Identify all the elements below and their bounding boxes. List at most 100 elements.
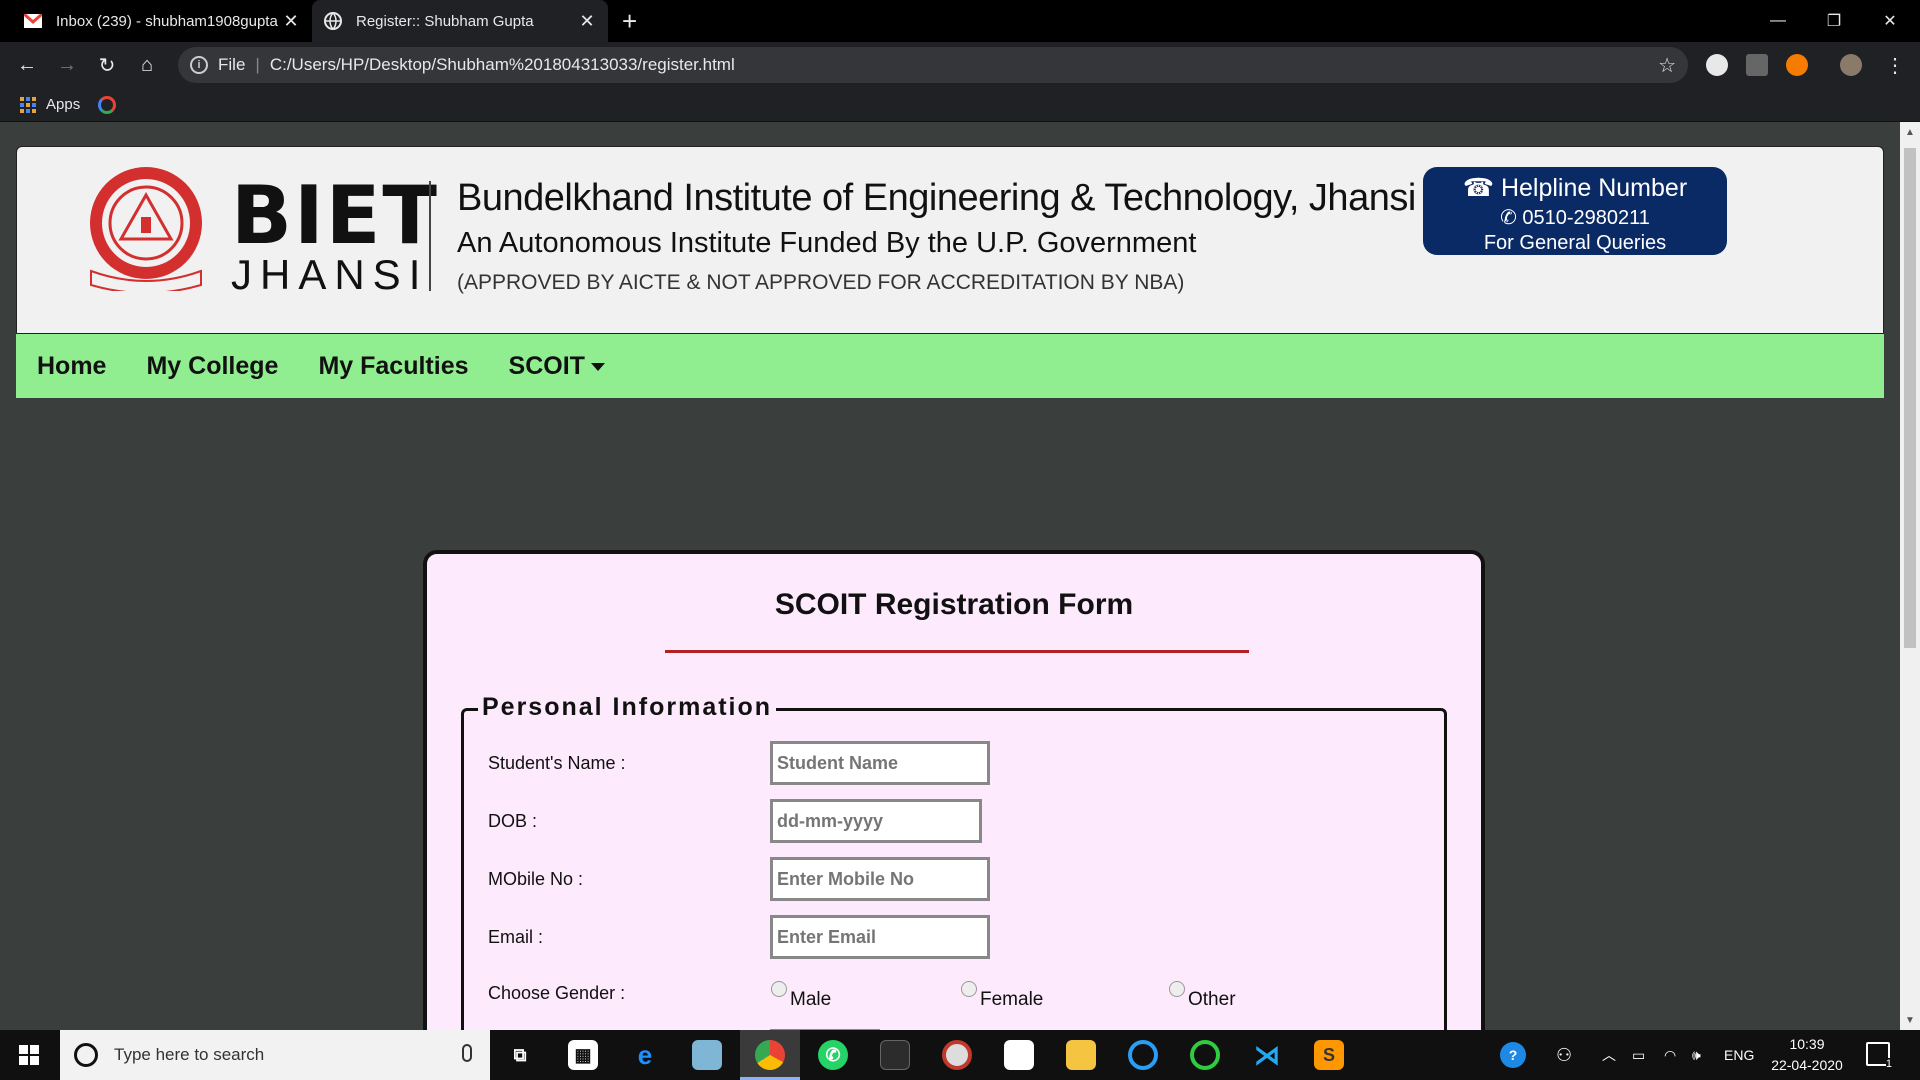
helpline-title: ☎ Helpline Number <box>1462 174 1688 202</box>
helpline-number: ✆ 0510-2980211 <box>1500 207 1650 229</box>
clock-date: 22-04-2020 <box>1771 1057 1843 1073</box>
address-divider: | <box>255 55 260 74</box>
dob-label: DOB : <box>488 811 538 831</box>
home-icon[interactable]: ⌂ <box>132 50 162 80</box>
email-input[interactable] <box>770 915 990 959</box>
scroll-thumb[interactable] <box>1904 148 1916 648</box>
address-scheme: File <box>218 55 246 74</box>
back-icon[interactable]: ← <box>12 50 42 80</box>
nav-scoit-dropdown[interactable]: SCOIT <box>509 352 605 381</box>
microphone-icon[interactable] <box>462 1044 472 1062</box>
page-scrollbar[interactable]: ▲ ▼ <box>1900 122 1920 1030</box>
refresh-app-icon[interactable] <box>1190 1040 1220 1070</box>
volume-icon[interactable]: 🕪 <box>1692 1030 1701 1080</box>
nav-scoit-label: SCOIT <box>508 351 585 380</box>
info-icon[interactable]: i <box>190 56 208 74</box>
sync-app-icon[interactable] <box>1128 1040 1158 1070</box>
email-label: Email : <box>488 927 544 947</box>
gender-female-label: Female <box>980 989 1044 1010</box>
title-divider <box>665 650 1249 653</box>
sublime-text-icon[interactable]: S <box>1314 1040 1344 1070</box>
google-icon[interactable] <box>98 95 117 114</box>
media-player-icon[interactable] <box>942 1040 972 1070</box>
extension-speed-icon[interactable] <box>1706 54 1728 76</box>
reload-icon[interactable]: ↻ <box>92 50 122 80</box>
dob-input[interactable] <box>770 799 982 843</box>
close-icon[interactable]: ✕ <box>578 11 596 32</box>
helpline-box: ☎ Helpline Number ✆ 0510-2980211 For Gen… <box>1423 167 1727 255</box>
browser-toolbar: ← → ↻ ⌂ i File | C:/Users/HP/Desktop/Shu… <box>0 42 1920 88</box>
apps-grid-icon[interactable] <box>20 96 36 113</box>
institute-subtitle: An Autonomous Institute Funded By the U.… <box>457 227 1197 259</box>
tab-label: Inbox (239) - shubham1908gupta <box>56 12 278 30</box>
mobile-input[interactable] <box>770 857 990 901</box>
form-title: SCOIT Registration Form <box>774 588 1134 621</box>
notification-count: 1 <box>1885 1058 1892 1070</box>
student-name-input[interactable] <box>770 741 990 785</box>
nav-my-faculties[interactable]: My Faculties <box>318 352 468 381</box>
restore-icon[interactable]: ❐ <box>1806 0 1862 42</box>
nav-home[interactable]: Home <box>37 352 106 381</box>
gender-other-label: Other <box>1188 989 1236 1010</box>
tray-chevron-icon[interactable]: ︿ <box>1602 1030 1616 1080</box>
people-icon[interactable]: ⚇ <box>1556 1030 1572 1080</box>
gender-female-radio[interactable] <box>961 981 977 997</box>
whatsapp-icon[interactable]: ✆ <box>818 1040 848 1070</box>
page-viewport: BIET JHANSI Bundelkhand Institute of Eng… <box>0 122 1900 1030</box>
close-window-icon[interactable]: ✕ <box>1862 0 1918 42</box>
notification-center-icon[interactable]: 1 <box>1866 1042 1892 1070</box>
menu-kebab-icon[interactable]: ⋮ <box>1880 50 1910 80</box>
windows-logo-icon <box>19 1045 39 1065</box>
apps-bookmark[interactable]: Apps <box>46 96 80 113</box>
browser-tabbar: Inbox (239) - shubham1908gupta ✕ Registe… <box>0 0 1920 42</box>
gender-other-radio[interactable] <box>1169 981 1185 997</box>
help-icon[interactable]: ? <box>1500 1030 1526 1080</box>
tab-label: Register:: Shubham Gupta <box>356 12 534 30</box>
institute-approval: (APPROVED BY AICTE & NOT APPROVED FOR AC… <box>457 271 1185 294</box>
minimize-icon[interactable]: — <box>1750 0 1806 42</box>
wifi-icon[interactable]: ◠ <box>1664 1030 1676 1080</box>
new-tab-button[interactable]: + <box>622 6 637 37</box>
logo-wordmark: BIET <box>231 169 439 262</box>
forward-icon[interactable]: → <box>52 50 82 80</box>
bookmarks-bar: Apps <box>0 88 1920 122</box>
biet-seal-logo <box>90 167 202 291</box>
name-label: Student's Name : <box>488 753 626 773</box>
language-indicator[interactable]: ENG <box>1724 1030 1754 1080</box>
calculator-icon[interactable]: ▦ <box>568 1040 598 1070</box>
notepad-icon[interactable] <box>692 1040 722 1070</box>
tab-inbox[interactable]: Inbox (239) - shubham1908gupta ✕ <box>12 0 312 42</box>
scroll-down-icon[interactable]: ▼ <box>1900 1012 1920 1030</box>
tab-register[interactable]: Register:: Shubham Gupta ✕ <box>312 0 608 42</box>
address-bar[interactable]: i File | C:/Users/HP/Desktop/Shubham%201… <box>178 47 1688 83</box>
taskbar-search[interactable]: Type here to search <box>60 1030 490 1080</box>
system-clock[interactable]: 10:39 22-04-2020 <box>1762 1034 1852 1076</box>
cortana-icon <box>74 1043 98 1067</box>
gmail-icon <box>24 12 42 30</box>
profile-avatar[interactable] <box>1840 54 1862 76</box>
nav-my-college[interactable]: My College <box>146 352 278 381</box>
gender-male-label: Male <box>790 989 832 1010</box>
edge-icon[interactable]: e <box>630 1040 660 1070</box>
gender-label: Choose Gender : <box>488 983 626 1003</box>
close-icon[interactable]: ✕ <box>282 11 300 32</box>
store-icon[interactable] <box>1004 1040 1034 1070</box>
task-view-icon[interactable]: ⧉ <box>505 1040 535 1070</box>
vscode-icon[interactable]: ⋊ <box>1252 1040 1282 1070</box>
site-header: BIET JHANSI Bundelkhand Institute of Eng… <box>16 146 1884 334</box>
extension-fire-icon[interactable] <box>1786 54 1808 76</box>
registration-form-card: SCOIT Registration Form Personal Informa… <box>423 550 1485 1030</box>
gender-male-radio[interactable] <box>771 981 787 997</box>
caret-down-icon <box>590 362 605 371</box>
app-dark-icon[interactable] <box>880 1040 910 1070</box>
bookmark-star-icon[interactable]: ☆ <box>1658 53 1676 78</box>
address-url: C:/Users/HP/Desktop/Shubham%201804313033… <box>269 55 735 74</box>
battery-icon[interactable]: ▭ <box>1632 1030 1645 1080</box>
start-button[interactable] <box>0 1030 58 1080</box>
file-explorer-icon[interactable] <box>1066 1040 1096 1070</box>
chrome-icon[interactable] <box>755 1040 785 1070</box>
scroll-up-icon[interactable]: ▲ <box>1900 124 1920 142</box>
extension-gray-icon[interactable] <box>1746 54 1768 76</box>
institute-name: Bundelkhand Institute of Engineering & T… <box>457 177 1416 219</box>
windows-taskbar: Type here to search ⧉ ▦ e ✆ ⋊ S ? ⚇ ︿ ▭ … <box>0 1030 1920 1080</box>
